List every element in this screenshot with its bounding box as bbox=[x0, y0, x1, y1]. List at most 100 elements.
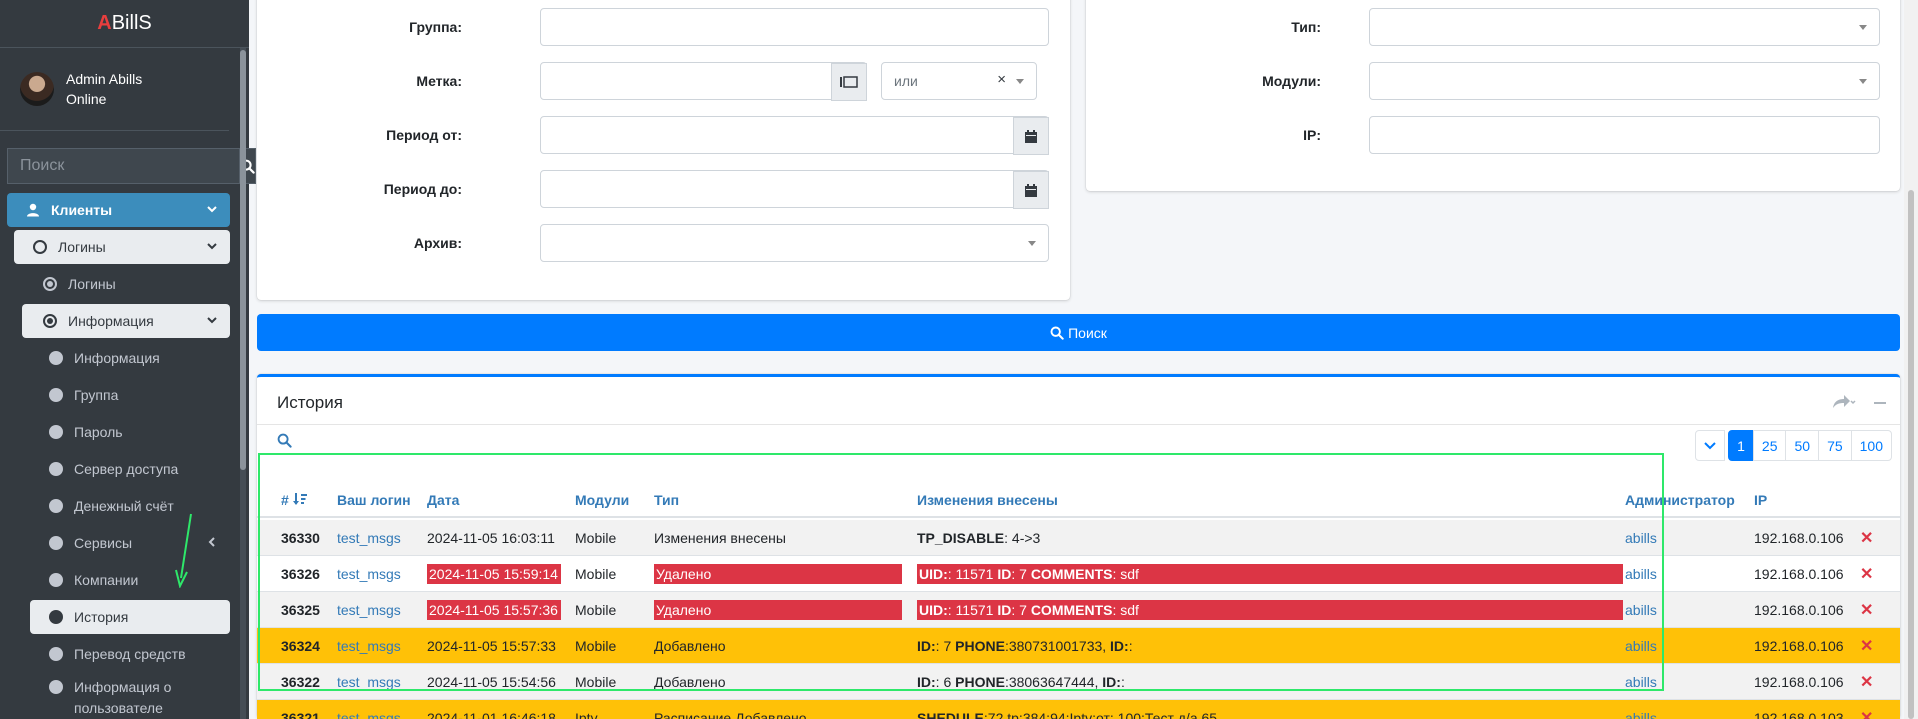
clear-icon[interactable]: × bbox=[997, 71, 1006, 88]
change-value: : 4->3 bbox=[1004, 530, 1041, 546]
type-select[interactable] bbox=[1369, 8, 1880, 46]
col-admin[interactable]: Администратор bbox=[1625, 492, 1735, 508]
table-row: 36321 test_msgs 2024-11-01 16:46:18 Iptv Рас… bbox=[257, 700, 1900, 719]
search-button[interactable]: Поиск bbox=[257, 314, 1900, 351]
sidebar-item-logins[interactable]: Логины bbox=[22, 267, 230, 301]
row-admin-link[interactable]: abills bbox=[1625, 592, 1657, 628]
col-id[interactable]: # bbox=[281, 492, 307, 508]
page-size-100[interactable]: 100 bbox=[1850, 430, 1892, 461]
period-to-field[interactable] bbox=[540, 170, 1049, 209]
row-changes: UID:: 11571 ID: 7 COMMENTS: sdf bbox=[917, 592, 1623, 628]
delete-icon[interactable]: ✕ bbox=[1860, 520, 1873, 556]
row-module: Mobile bbox=[575, 602, 617, 618]
sidebar-item-label: Сервисы bbox=[74, 535, 133, 551]
row-admin-link[interactable]: abills bbox=[1625, 700, 1657, 719]
row-type: Изменения внесены bbox=[654, 520, 786, 556]
delete-icon[interactable]: ✕ bbox=[1860, 556, 1873, 592]
row-changes-text: SHEDULE:72 tp:384:94:Iptv:от: 100:Тест д… bbox=[917, 710, 1217, 719]
sidebar-item-clients[interactable]: Клиенты bbox=[7, 193, 230, 227]
table-row: 36324 test_msgs 2024-11-05 15:57:33 Mobile Д… bbox=[257, 628, 1900, 664]
row-login-link[interactable]: test_msgs bbox=[337, 520, 401, 556]
row-login-link[interactable]: test_msgs bbox=[337, 628, 401, 664]
page-scrollbar-thumb[interactable] bbox=[1908, 190, 1914, 719]
row-changes: TP_DISABLE: 4->3 bbox=[917, 520, 1040, 556]
sidebar-item-history[interactable]: История bbox=[30, 600, 230, 634]
period-from-calendar-button[interactable] bbox=[1013, 117, 1049, 155]
sidebar-item-companies[interactable]: Компании bbox=[30, 563, 230, 597]
share-icon[interactable] bbox=[1832, 395, 1856, 412]
change-value: : 6 bbox=[935, 674, 956, 690]
row-admin-link[interactable]: abills bbox=[1625, 556, 1657, 592]
ip-field[interactable] bbox=[1369, 116, 1880, 154]
group-field[interactable] bbox=[540, 8, 1049, 46]
pagination: 1 25 50 75 100 bbox=[1695, 430, 1892, 461]
sidebar-item-info-group[interactable]: Информация bbox=[22, 304, 230, 338]
row-id: 36324 bbox=[281, 638, 320, 654]
row-type: Расписание Добавлено bbox=[654, 700, 807, 719]
period-to-calendar-button[interactable] bbox=[1013, 171, 1049, 209]
sidebar-item-password[interactable]: Пароль bbox=[30, 415, 230, 449]
sidebar-item-transfer[interactable]: Перевод средств bbox=[30, 637, 230, 671]
period-from-field[interactable] bbox=[540, 116, 1049, 155]
col-date[interactable]: Дата bbox=[427, 492, 459, 508]
sidebar-item-access-server[interactable]: Сервер доступа bbox=[30, 452, 230, 486]
col-ip[interactable]: IP bbox=[1754, 492, 1767, 508]
change-key: UID: bbox=[919, 566, 948, 582]
delete-icon[interactable]: ✕ bbox=[1860, 664, 1873, 700]
row-type: Удалено bbox=[654, 556, 902, 592]
sidebar-item-services[interactable]: Сервисы bbox=[30, 526, 230, 560]
page-size-dropdown[interactable] bbox=[1695, 430, 1726, 461]
col-changes[interactable]: Изменения внесены bbox=[917, 492, 1058, 508]
sidebar-item-user-info[interactable]: Информация о пользователе bbox=[30, 677, 230, 719]
sidebar-scrollbar-thumb[interactable] bbox=[240, 50, 246, 470]
row-admin-link[interactable]: abills bbox=[1625, 520, 1657, 556]
row-login-link[interactable]: test_msgs bbox=[337, 556, 401, 592]
row-login-link[interactable]: test_msgs bbox=[337, 592, 401, 628]
row-date-text: 2024-11-01 16:46:18 bbox=[427, 710, 556, 719]
sidebar-search-input[interactable] bbox=[7, 148, 239, 184]
sidebar-item-label: Пароль bbox=[74, 424, 123, 440]
row-admin-link[interactable]: abills bbox=[1625, 628, 1657, 664]
brand-logo[interactable]: A BillS bbox=[0, 0, 249, 48]
brand-prefix: A bbox=[97, 12, 112, 34]
page-size-25[interactable]: 25 bbox=[1752, 430, 1787, 461]
row-date: 2024-11-05 15:54:56 bbox=[427, 664, 556, 700]
row-date-text: 2024-11-05 15:57:36 bbox=[427, 600, 561, 620]
user-panel[interactable]: Admin Abills Online bbox=[0, 48, 229, 131]
tag-field[interactable] bbox=[540, 62, 867, 101]
tag-operator-select[interactable]: или × bbox=[881, 62, 1037, 100]
period-from-label: Период от: bbox=[386, 127, 462, 143]
delete-icon[interactable]: ✕ bbox=[1860, 592, 1873, 628]
user-icon bbox=[25, 202, 41, 218]
tag-picker-button[interactable] bbox=[831, 63, 867, 101]
sidebar-item-logins-group[interactable]: Логины bbox=[14, 230, 230, 264]
sidebar-item-money-account[interactable]: Денежный счёт bbox=[30, 489, 230, 523]
col-modules[interactable]: Модули bbox=[575, 492, 629, 508]
page-size-75[interactable]: 75 bbox=[1818, 430, 1852, 461]
table-search-icon[interactable] bbox=[277, 433, 292, 451]
row-login-link[interactable]: test_msgs bbox=[337, 664, 401, 700]
sidebar-item-information[interactable]: Информация bbox=[30, 341, 230, 375]
change-key: PHONE bbox=[955, 638, 1005, 654]
col-login[interactable]: Ваш логин bbox=[337, 492, 411, 508]
col-type[interactable]: Тип bbox=[654, 492, 679, 508]
collapse-icon[interactable] bbox=[1874, 396, 1886, 412]
row-module: Mobile bbox=[575, 530, 617, 546]
delete-icon[interactable]: ✕ bbox=[1860, 700, 1873, 719]
archive-select[interactable] bbox=[540, 224, 1049, 262]
row-type-text: Удалено bbox=[654, 600, 902, 620]
page-size-50[interactable]: 50 bbox=[1785, 430, 1820, 461]
delete-icon[interactable]: ✕ bbox=[1860, 628, 1873, 664]
row-type-text: Расписание Добавлено bbox=[654, 710, 807, 719]
row-login-link[interactable]: test_msgs bbox=[337, 700, 401, 719]
row-id: 36322 bbox=[281, 674, 320, 690]
page-scrollbar[interactable] bbox=[1904, 0, 1918, 719]
page-size-1[interactable]: 1 bbox=[1728, 430, 1754, 461]
circle-icon bbox=[33, 240, 47, 254]
sidebar-item-group[interactable]: Группа bbox=[30, 378, 230, 412]
row-changes-text: ID:: 7 PHONE:380731001733, ID:: bbox=[917, 638, 1133, 654]
modules-select[interactable] bbox=[1369, 62, 1880, 100]
circle-icon bbox=[49, 536, 63, 550]
table-row: 36326 test_msgs 2024-11-05 15:59:14 Mobile У… bbox=[257, 556, 1900, 592]
row-admin-link[interactable]: abills bbox=[1625, 664, 1657, 700]
